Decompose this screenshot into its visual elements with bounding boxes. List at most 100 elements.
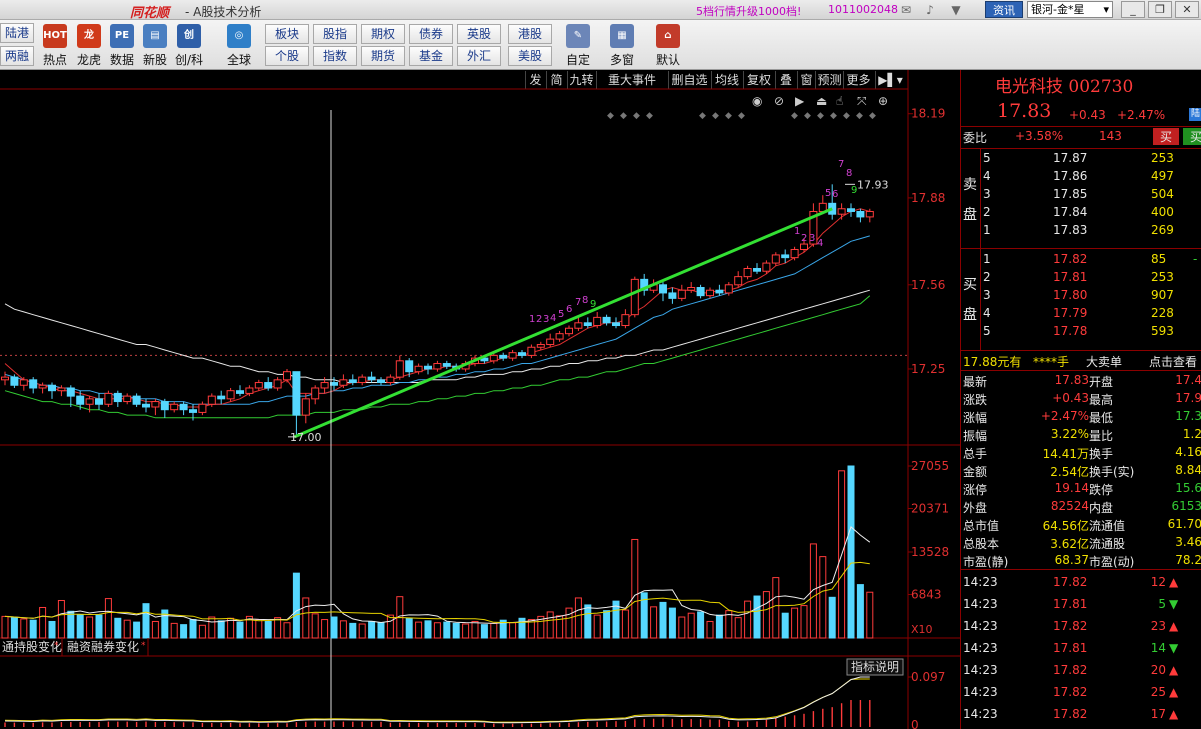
ask-volume: 253 <box>1151 151 1174 165</box>
volume-bar <box>734 617 742 639</box>
market-tab-top[interactable]: 板块 <box>265 24 309 44</box>
volume-bar <box>151 620 159 639</box>
play-icon[interactable]: ▶ <box>795 94 805 108</box>
volume-bar <box>490 622 498 639</box>
restore-button[interactable]: ❐ <box>1148 1 1172 18</box>
buy-quick-button[interactable]: 买 <box>1183 128 1201 145</box>
last-price: 17.83 <box>997 100 1052 122</box>
volume-bar <box>377 622 385 639</box>
zoom-out-icon[interactable]: ⊕ <box>878 94 888 108</box>
tab-northbound-holdings[interactable]: 通持股变化 <box>2 639 62 654</box>
price-y-tick-label: 17.25 <box>911 362 945 376</box>
price-y-tick-label: 17.88 <box>911 191 945 205</box>
stat-value: 19.14 <box>1054 481 1089 495</box>
candle <box>151 401 160 408</box>
toolbar-hot-button[interactable]: HOT 热点 <box>38 22 72 68</box>
market-tab-bottom[interactable]: 期货 <box>361 46 405 66</box>
volume-bar <box>819 556 827 639</box>
hand-icon[interactable]: ☝ <box>836 94 843 108</box>
close-button[interactable]: ✕ <box>1175 1 1199 18</box>
shirt-icon[interactable]: ▼ <box>948 2 964 18</box>
volume-bar <box>565 607 573 639</box>
zoom-in-icon[interactable]: ⤧ <box>857 94 867 108</box>
upgrade-promo-link[interactable]: 5档行情升级1000档! <box>696 3 801 19</box>
toolbar-new-stock-button[interactable]: ▤ 新股 <box>138 22 172 68</box>
toolbar-custom-button[interactable]: ✎ 自定 <box>560 22 596 68</box>
volume-bar <box>471 620 479 639</box>
volume-bar <box>133 621 141 639</box>
market-tab-bottom[interactable]: 个股 <box>265 46 309 66</box>
big-order-price: 17.88元有 <box>963 355 1022 369</box>
market-tab-bottom[interactable]: 美股 <box>508 46 552 66</box>
lock-icon[interactable]: ⏏ <box>816 94 827 108</box>
indicator-y-tick-label: 0.097 <box>911 670 945 684</box>
volume-bar <box>574 597 582 639</box>
indicator-line <box>4 678 870 723</box>
candle <box>753 268 761 272</box>
tick-time: 14:23 <box>963 707 998 721</box>
technical-chart[interactable]: 18.19 17.88 17.56 17.25 ◆ ◆ ◆ ◆ ◆ ◆ ◆ ◆ ◆ ◆ ◆ ◆ ◆ ◆ ◆ ◉ ⊘ ▶ ⏏ ☝… <box>0 70 960 729</box>
volume-bar <box>95 614 103 639</box>
volume-bar <box>10 617 18 639</box>
price-change-pct: +2.47% <box>1117 108 1166 122</box>
market-tab-bottom[interactable]: 指数 <box>313 46 357 66</box>
trend-line[interactable] <box>293 207 833 439</box>
bell-icon[interactable]: ♪ <box>922 2 938 18</box>
toolbar-home-button[interactable]: ⌂ 默认 <box>650 22 686 68</box>
volume-bar <box>1 615 9 639</box>
toolbar-pe-button[interactable]: PE 数据 <box>105 22 139 68</box>
market-tab-top[interactable]: 期权 <box>361 24 405 44</box>
volume-bar <box>180 624 188 639</box>
volume-bar <box>509 622 517 639</box>
bid-change: - <box>1193 252 1198 266</box>
volume-bar <box>368 620 376 639</box>
toolbar-chuang-button[interactable]: 创创/科 <box>172 22 206 68</box>
market-tab-top[interactable]: 港股 <box>508 24 552 44</box>
market-tab-top[interactable]: 股指 <box>313 24 357 44</box>
volume-bar <box>170 622 178 639</box>
ask-price: 17.84 <box>1053 205 1088 219</box>
arrow-down-icon: ▼ <box>1169 597 1179 611</box>
td-sequential-count: 9 <box>590 299 596 310</box>
minimize-button[interactable]: _ <box>1121 1 1145 18</box>
bid-level: 3 <box>983 288 991 302</box>
toolbar-globe-button[interactable]: ◎ 全球 <box>222 22 256 68</box>
big-order-link[interactable]: 点击查看 <box>1149 353 1197 370</box>
market-tab-top[interactable]: 债券 <box>409 24 453 44</box>
stat-value: 6153 <box>1171 499 1201 513</box>
chuang-icon: 创 <box>177 24 201 48</box>
lugang-button[interactable]: 陆港 <box>0 23 34 43</box>
event-marker-icon: ◆ <box>699 111 706 121</box>
volume-bar <box>809 543 817 639</box>
news-button[interactable]: 资讯 <box>985 1 1023 18</box>
candle <box>320 382 329 389</box>
tick-price: 17.82 <box>1053 575 1088 589</box>
hide-icon[interactable]: ⊘ <box>774 94 784 108</box>
tick-volume: 5 <box>1158 597 1166 611</box>
liangrong-button[interactable]: 两融 <box>0 46 34 66</box>
volume-bar <box>274 617 282 639</box>
toolbar-multi-window-button[interactable]: ▦ 多窗 <box>604 22 640 68</box>
toolbar-dragon-button[interactable]: 龙龙虎 <box>72 22 106 68</box>
td-sequential-count: 6 <box>566 304 572 315</box>
candle <box>630 278 639 316</box>
ask-volume: 400 <box>1151 205 1174 219</box>
ask-level: 2 <box>983 205 991 219</box>
eye-icon[interactable]: ◉ <box>752 94 762 108</box>
bid-volume: 253 <box>1151 270 1174 284</box>
bid-level: 4 <box>983 306 991 320</box>
volume-bar <box>189 619 197 639</box>
broker-select[interactable]: 银河-金*星 ▾ <box>1027 1 1113 18</box>
candle <box>659 284 667 294</box>
mail-icon[interactable]: ✉ <box>898 2 914 18</box>
market-tab-bottom[interactable]: 外汇 <box>457 46 501 66</box>
market-tab-top[interactable]: 英股 <box>457 24 501 44</box>
sell-quick-button[interactable]: 买 <box>1153 128 1180 145</box>
market-tab-bottom[interactable]: 基金 <box>409 46 453 66</box>
volume-bar <box>39 606 47 639</box>
tab-margin-trading[interactable]: 融资融券变化 <box>67 639 139 654</box>
td-sequential-count: 1 <box>529 314 535 325</box>
volume-ma10-line <box>4 561 870 624</box>
stat-value: 17.9 <box>1175 391 1201 405</box>
ask-volume: 504 <box>1151 187 1174 201</box>
